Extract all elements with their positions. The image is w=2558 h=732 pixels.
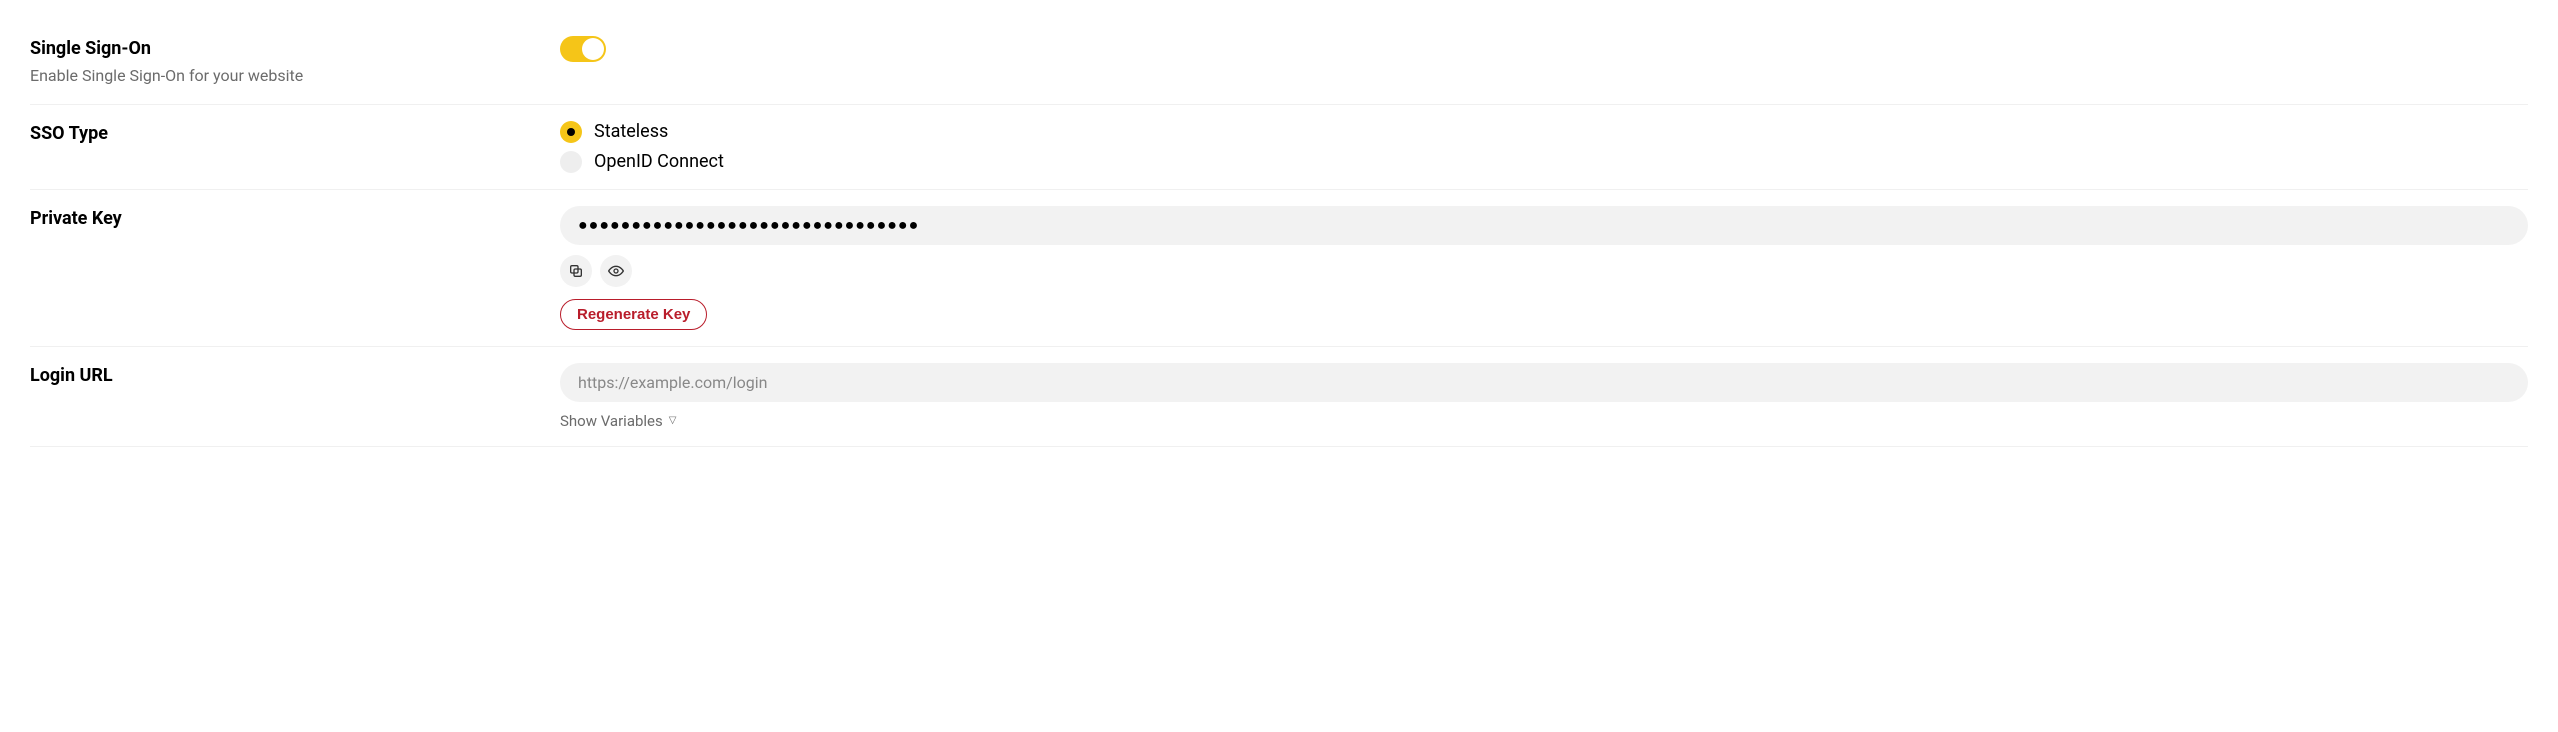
eye-icon xyxy=(608,263,624,279)
sso-toggle[interactable] xyxy=(560,36,606,62)
label-column: Single Sign-On Enable Single Sign-On for… xyxy=(30,36,560,88)
private-key-input[interactable] xyxy=(560,206,2528,245)
copy-icon xyxy=(568,263,584,279)
label-column: SSO Type xyxy=(30,121,560,173)
show-variables-button[interactable]: Show Variables ▽ xyxy=(560,412,676,430)
private-key-iconbuttons xyxy=(560,255,2528,287)
label-column: Private Key xyxy=(30,206,560,330)
sso-type-option-openid[interactable]: OpenID Connect xyxy=(560,151,2528,173)
setting-row-private-key: Private Key Regenerate Key xyxy=(30,190,2528,347)
copy-button[interactable] xyxy=(560,255,592,287)
sso-type-option-stateless[interactable]: Stateless xyxy=(560,121,2528,143)
radio-label: Stateless xyxy=(594,121,668,142)
chevron-down-icon: ▽ xyxy=(669,416,677,426)
radio-icon xyxy=(560,151,582,173)
sso-subtitle: Enable Single Sign-On for your website xyxy=(30,65,560,87)
setting-row-sso: Single Sign-On Enable Single Sign-On for… xyxy=(30,20,2528,105)
show-variables-label: Show Variables xyxy=(560,412,663,430)
value-column: Show Variables ▽ xyxy=(560,363,2528,430)
toggle-knob xyxy=(582,38,604,60)
private-key-title: Private Key xyxy=(30,206,560,231)
value-column xyxy=(560,36,2528,88)
reveal-button[interactable] xyxy=(600,255,632,287)
sso-title: Single Sign-On xyxy=(30,36,560,61)
radio-label: OpenID Connect xyxy=(594,151,724,172)
setting-row-login-url: Login URL Show Variables ▽ xyxy=(30,347,2528,447)
label-column: Login URL xyxy=(30,363,560,430)
regenerate-key-button[interactable]: Regenerate Key xyxy=(560,299,707,330)
login-url-input[interactable] xyxy=(560,363,2528,402)
radio-icon xyxy=(560,121,582,143)
value-column: Regenerate Key xyxy=(560,206,2528,330)
login-url-title: Login URL xyxy=(30,363,560,388)
sso-type-title: SSO Type xyxy=(30,121,560,146)
value-column: Stateless OpenID Connect xyxy=(560,121,2528,173)
setting-row-sso-type: SSO Type Stateless OpenID Connect xyxy=(30,105,2528,190)
